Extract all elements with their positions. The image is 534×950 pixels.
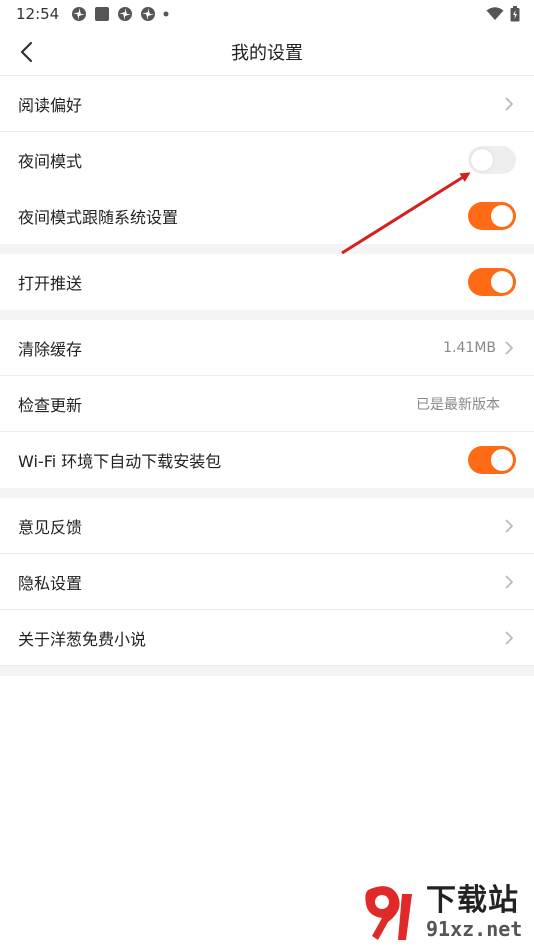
chevron-right-icon xyxy=(505,96,514,111)
cache-size-value: 1.41MB xyxy=(443,339,496,356)
settings-list: 阅读偏好 夜间模式 夜间模式跟随系统设置 打开推送 清除缓存 1.41MB 检查… xyxy=(0,76,534,676)
watermark-url: 91xz.net xyxy=(426,917,523,941)
page-title: 我的设置 xyxy=(231,42,303,64)
row-label: 打开推送 xyxy=(18,274,83,293)
push-notification-row: 打开推送 xyxy=(0,254,534,310)
section-divider xyxy=(0,666,534,676)
section-divider xyxy=(0,244,534,254)
watermark-logo-icon xyxy=(365,886,412,940)
dot-icon xyxy=(163,11,169,17)
reading-preference-row[interactable]: 阅读偏好 xyxy=(0,76,534,132)
chevron-right-icon xyxy=(505,574,514,589)
toggle-knob xyxy=(491,271,513,293)
toggle-knob xyxy=(491,449,513,471)
status-notification-icons xyxy=(71,6,169,22)
toggle-knob xyxy=(491,205,513,227)
wifi-auto-download-row: Wi-Fi 环境下自动下载安装包 xyxy=(0,432,534,488)
row-label: 清除缓存 xyxy=(18,339,83,359)
update-status-value: 已是最新版本 xyxy=(416,396,500,413)
back-button[interactable] xyxy=(10,36,42,68)
chevron-left-icon xyxy=(20,41,33,63)
square-icon xyxy=(95,7,110,21)
status-bar: 12:54 xyxy=(0,0,534,28)
clear-cache-row[interactable]: 清除缓存 1.41MB xyxy=(0,320,534,376)
toggle-knob xyxy=(471,149,493,171)
row-label: 隐私设置 xyxy=(18,573,83,593)
section-divider xyxy=(0,310,534,320)
row-label: 意见反馈 xyxy=(18,517,83,537)
night-mode-follow-system-toggle[interactable] xyxy=(468,202,516,230)
night-mode-follow-system-row: 夜间模式跟随系统设置 xyxy=(0,188,534,244)
section-divider xyxy=(0,488,534,498)
chevron-right-icon xyxy=(505,340,514,355)
battery-icon xyxy=(510,6,520,22)
watermark: 下载站 91xz.net xyxy=(358,880,528,944)
pinwheel-icon xyxy=(72,7,87,21)
feedback-row[interactable]: 意见反馈 xyxy=(0,498,534,554)
row-label: Wi-Fi 环境下自动下载安装包 xyxy=(18,452,222,471)
chevron-right-icon xyxy=(505,630,514,645)
row-label: 检查更新 xyxy=(18,395,83,415)
check-update-row[interactable]: 检查更新 已是最新版本 xyxy=(0,376,534,432)
row-label: 关于洋葱免费小说 xyxy=(18,629,147,649)
pinwheel-icon xyxy=(118,7,133,21)
status-time: 12:54 xyxy=(16,5,60,23)
wifi-icon xyxy=(486,7,504,20)
night-mode-row: 夜间模式 xyxy=(0,132,534,188)
wifi-auto-download-toggle[interactable] xyxy=(468,446,516,474)
row-label: 夜间模式跟随系统设置 xyxy=(18,208,179,227)
chevron-right-icon xyxy=(505,518,514,533)
push-notification-toggle[interactable] xyxy=(468,268,516,296)
privacy-settings-row[interactable]: 隐私设置 xyxy=(0,554,534,610)
row-label: 夜间模式 xyxy=(18,152,83,171)
about-row[interactable]: 关于洋葱免费小说 xyxy=(0,610,534,666)
status-system-icons xyxy=(486,6,520,22)
night-mode-toggle[interactable] xyxy=(468,146,516,174)
watermark-text: 下载站 xyxy=(426,883,519,918)
pinwheel-icon xyxy=(141,7,156,21)
header: 我的设置 xyxy=(0,28,534,76)
row-label: 阅读偏好 xyxy=(18,95,83,115)
